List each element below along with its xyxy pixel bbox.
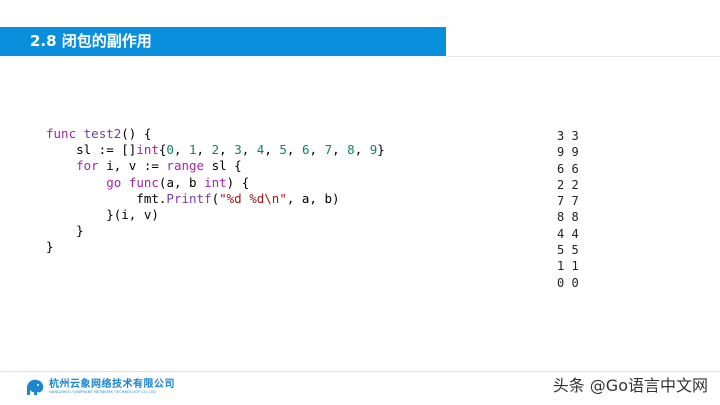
code-line: func test2() { <box>46 126 385 142</box>
watermark: 头条 @Go语言中文网 <box>552 376 708 395</box>
elephant-logo-icon <box>27 379 44 395</box>
slide: 2.8 闭包的副作用 func test2() { sl := []int{0,… <box>0 0 720 405</box>
code-token: () { <box>121 126 152 141</box>
code-token: , <box>286 142 302 158</box>
code-token: , <box>173 142 190 158</box>
code-token: , <box>264 142 280 158</box>
title-divider <box>446 56 720 57</box>
title-bar: 2.8 闭包的副作用 <box>0 27 446 56</box>
output-line: 8 8 <box>557 210 579 225</box>
code-token: sl { <box>204 158 242 174</box>
code-line: } <box>46 223 385 239</box>
output-line: 1 1 <box>557 259 579 274</box>
code-token: } <box>46 239 54 255</box>
code-token: , a, b) <box>286 190 340 206</box>
code-token: , <box>219 142 235 158</box>
code-line: go func(a, b int) { <box>46 175 385 191</box>
code-token: fmt. <box>46 190 167 206</box>
code-token: ) { <box>226 174 250 190</box>
code-token: 7 <box>324 142 333 158</box>
company-name-cn: 杭州云象网络技术有限公司 <box>49 379 175 390</box>
output-line: 2 2 <box>557 177 579 192</box>
code-token: for <box>76 158 99 174</box>
code-token: 8 <box>347 142 355 158</box>
code-token: ( <box>211 190 220 206</box>
code-token: func <box>128 174 159 190</box>
code-token: int <box>204 174 227 190</box>
code-token: 1 <box>189 142 197 158</box>
code-token: 6 <box>301 142 310 158</box>
code-token: , <box>309 142 325 158</box>
code-token: 2 <box>211 142 220 158</box>
output-line: 3 3 <box>557 129 579 143</box>
code-token: , <box>332 142 348 158</box>
code-token: range <box>166 158 205 174</box>
output-line: 0 0 <box>557 275 579 290</box>
code-block: func test2() { sl := []int{0, 1, 2, 3, 4… <box>46 126 385 256</box>
output-line: 4 4 <box>557 226 579 241</box>
output-line: 9 9 <box>557 145 579 160</box>
code-token: , <box>241 142 257 158</box>
code-token: (a, b <box>158 174 205 190</box>
output-line: 7 7 <box>557 194 579 209</box>
program-output: 3 3 9 96 62 2 7 78 84 4 5 51 10 0 <box>557 128 579 291</box>
code-token: 3 <box>234 142 242 158</box>
code-token: , <box>196 142 212 158</box>
code-line: } <box>46 239 385 255</box>
code-token: 0 <box>166 142 174 158</box>
output-line: 5 5 <box>557 243 579 258</box>
output-line: 6 6 <box>557 161 579 176</box>
code-line: fmt.Printf("%d %d\n", a, b) <box>46 191 385 207</box>
code-line: for i, v := range sl { <box>46 158 385 174</box>
code-token: } <box>46 223 84 239</box>
slide-title: 2.8 闭包的副作用 <box>30 32 152 50</box>
company-name-en: HANGZHOU YUNPHANT NETWORK TECHNOLOGY CO.… <box>49 390 156 394</box>
code-token: "%d %d\n" <box>219 190 287 206</box>
code-token: i, v := <box>98 158 167 174</box>
code-line: sl := []int{0, 1, 2, 3, 4, 5, 6, 7, 8, 9… <box>46 142 385 158</box>
code-line: }(i, v) <box>46 207 385 223</box>
company-logo: 杭州云象网络技术有限公司 HANGZHOU YUNPHANT NETWORK T… <box>24 378 175 396</box>
code-token: }(i, v) <box>46 207 159 223</box>
code-token: test2 <box>83 126 122 141</box>
code-token: go <box>106 174 122 190</box>
code-token: func <box>46 126 84 141</box>
code-token: } <box>377 142 385 158</box>
code-token: Printf <box>166 190 212 206</box>
code-token: int <box>136 142 159 158</box>
code-token: sl := [] <box>46 142 137 158</box>
code-token: , <box>354 142 370 158</box>
code-token: 5 <box>279 142 287 158</box>
